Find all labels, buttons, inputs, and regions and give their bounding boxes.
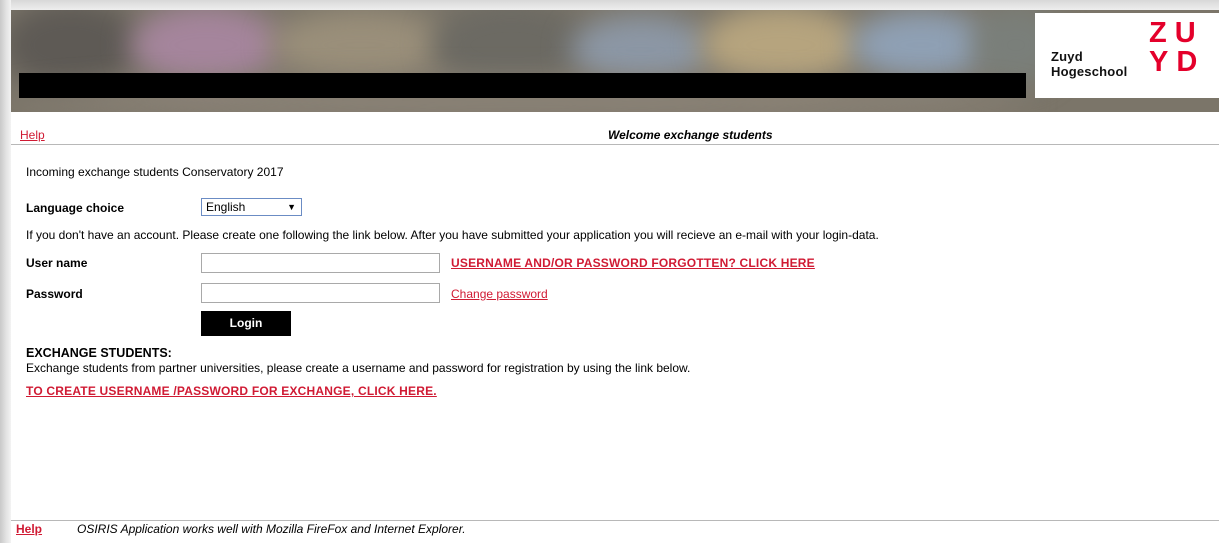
- password-input[interactable]: [201, 283, 440, 303]
- logo-school-name: Zuyd Hogeschool: [1051, 49, 1127, 79]
- zuyd-logo: Zuyd Hogeschool ZU YD: [1035, 13, 1219, 98]
- footer: Help OSIRIS Application works well with …: [11, 520, 1219, 544]
- exchange-text: Exchange students from partner universit…: [26, 361, 691, 375]
- footer-browser-note: OSIRIS Application works well with Mozil…: [77, 522, 466, 536]
- logo-school-line2: Hogeschool: [1051, 64, 1128, 79]
- exchange-title: EXCHANGE STUDENTS:: [26, 346, 172, 360]
- title-row: Help Welcome exchange students: [11, 112, 1219, 145]
- banner-blur-shape: [851, 10, 991, 80]
- header-banner: Zuyd Hogeschool ZU YD: [11, 10, 1219, 112]
- page-title: Welcome exchange students: [608, 128, 773, 142]
- logo-school-line1: Zuyd: [1051, 49, 1083, 64]
- help-link[interactable]: Help: [20, 128, 45, 142]
- banner-black-bar: [19, 73, 1026, 98]
- password-label: Password: [26, 287, 83, 301]
- banner-blur-shape: [271, 10, 451, 80]
- footer-help-link[interactable]: Help: [16, 522, 42, 536]
- forgot-credentials-link[interactable]: USERNAME AND/OR PASSWORD FORGOTTEN? CLIC…: [451, 256, 815, 270]
- window-left-edge: [0, 0, 11, 543]
- language-select[interactable]: English ▼: [201, 198, 302, 216]
- logo-mark: ZU YD: [1149, 19, 1205, 77]
- create-account-link[interactable]: TO CREATE USERNAME /PASSWORD FOR EXCHANG…: [26, 384, 437, 398]
- language-selected-value: English: [206, 200, 246, 214]
- account-notice: If you don't have an account. Please cre…: [26, 228, 879, 242]
- logo-mark-line2: YD: [1149, 46, 1206, 78]
- dropdown-arrow-icon: ▼: [287, 202, 296, 212]
- logo-mark-line1: ZU: [1149, 17, 1204, 49]
- username-input[interactable]: [201, 253, 440, 273]
- language-label: Language choice: [26, 201, 125, 215]
- intro-text: Incoming exchange students Conservatory …: [26, 165, 284, 179]
- login-button[interactable]: Login: [201, 311, 291, 336]
- window-top-edge: [0, 0, 1219, 10]
- change-password-link[interactable]: Change password: [451, 287, 548, 301]
- username-label: User name: [26, 256, 88, 270]
